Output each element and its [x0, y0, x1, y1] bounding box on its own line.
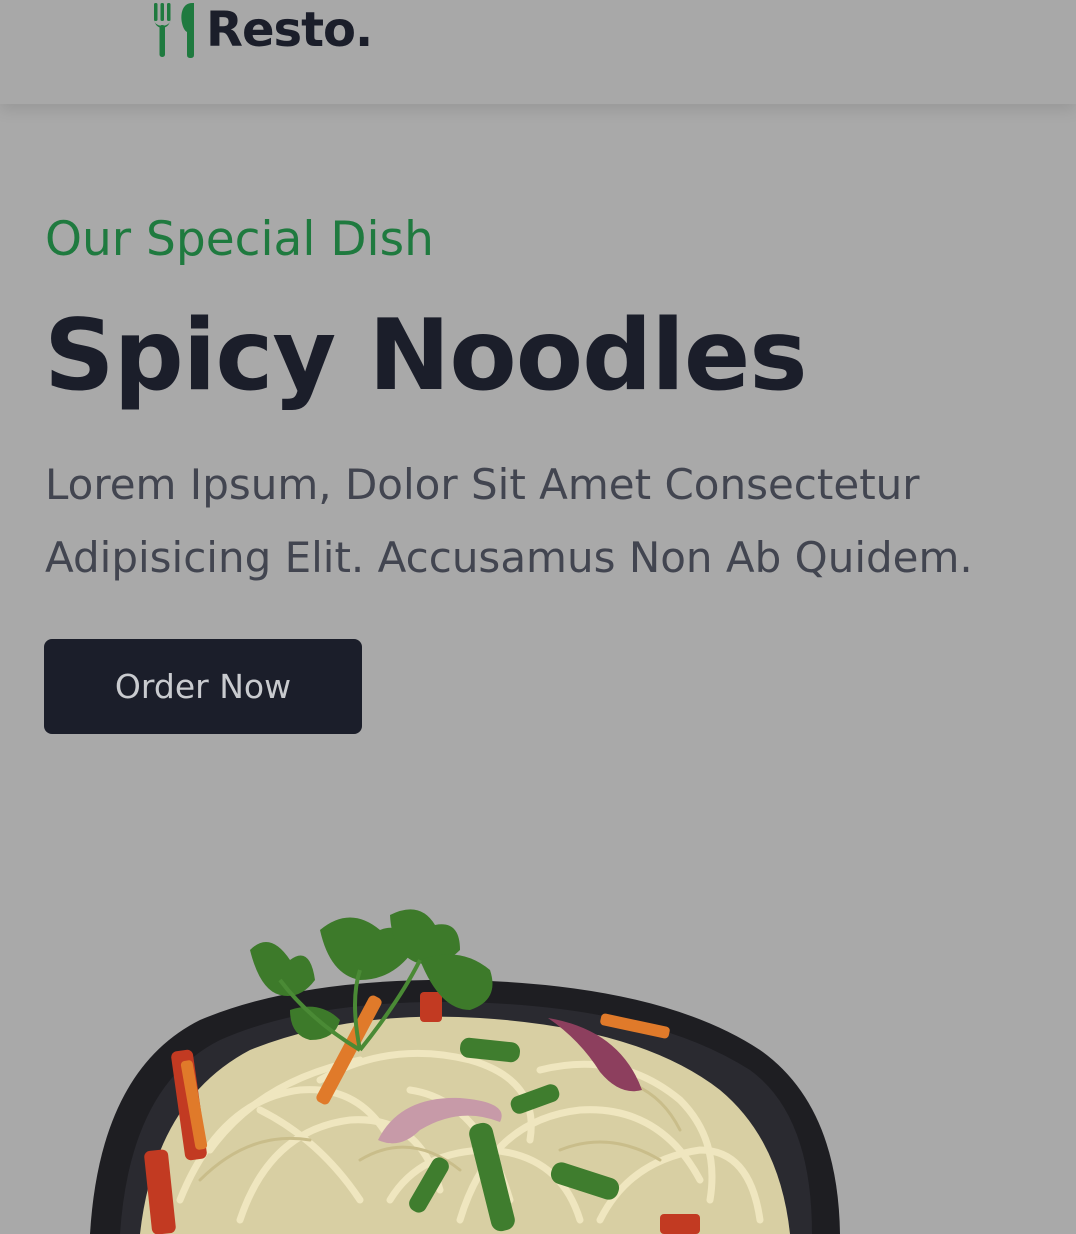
- site-header: Resto.: [0, 0, 1076, 104]
- page: Resto. Our Special Dish Spicy Noodles Lo…: [0, 0, 1076, 1234]
- logo-text: Resto.: [206, 2, 373, 58]
- order-now-button[interactable]: Order Now: [44, 639, 362, 734]
- fork-spoon-icon: [154, 3, 194, 58]
- noodle-dish-image: [60, 900, 880, 1234]
- hero-title: Spicy Noodles: [44, 299, 808, 413]
- hero-description: Lorem Ipsum, Dolor Sit Amet Consectetur …: [45, 460, 973, 582]
- logo[interactable]: Resto.: [152, 0, 373, 60]
- hero-subtitle: Our Special Dish: [45, 212, 434, 267]
- noodle-bowl-illustration: [90, 909, 840, 1234]
